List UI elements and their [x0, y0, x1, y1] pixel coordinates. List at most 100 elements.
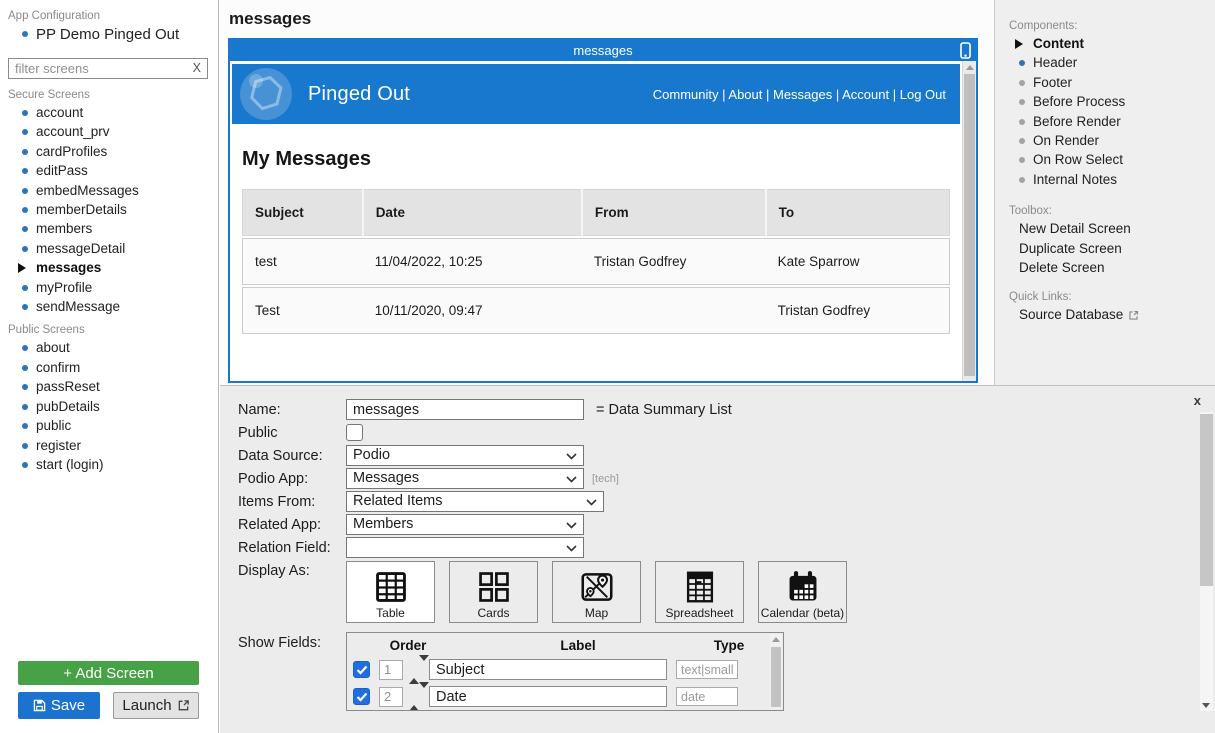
field-type-input[interactable] — [676, 660, 738, 679]
field-label-input[interactable] — [429, 686, 667, 707]
screen-item[interactable]: register — [36, 436, 218, 455]
screen-item[interactable]: passReset — [36, 377, 218, 396]
screen-item[interactable]: messageDetail — [36, 239, 218, 258]
components-label: Components: — [1009, 20, 1215, 32]
screen-item[interactable]: cardProfiles — [36, 142, 218, 161]
bullet-icon — [22, 207, 28, 213]
component-item-footer[interactable]: Footer — [1033, 73, 1215, 92]
screen-item[interactable]: memberDetails — [36, 200, 218, 219]
screen-item[interactable]: sendMessage — [36, 297, 218, 316]
component-item-internal-notes[interactable]: Internal Notes — [1033, 170, 1215, 189]
field-visible-checkbox[interactable] — [353, 661, 370, 678]
bullet-icon — [22, 443, 28, 449]
add-screen-button[interactable]: + Add Screen — [18, 661, 199, 685]
scroll-down-arrow-icon[interactable] — [1202, 703, 1210, 708]
display-option-calendar[interactable]: Calendar (beta) — [758, 561, 847, 623]
display-option-table[interactable]: Table — [346, 561, 435, 623]
screen-item[interactable]: public — [36, 416, 218, 435]
bullet-icon — [22, 285, 28, 291]
podio-app-select[interactable]: Messages — [346, 468, 584, 489]
field-row-date — [353, 683, 767, 710]
right-sidebar: Components: Content Header Footer Before… — [994, 0, 1215, 385]
show-fields-scrollbar-thumb[interactable] — [771, 647, 781, 707]
component-item-before-process[interactable]: Before Process — [1033, 92, 1215, 111]
data-source-select[interactable]: Podio — [346, 445, 584, 466]
chevron-down-icon — [586, 499, 597, 506]
toolbox-item-delete-screen[interactable]: Delete Screen — [1019, 258, 1215, 277]
toolbox-item-duplicate-screen[interactable]: Duplicate Screen — [1019, 239, 1215, 258]
preview-scrollbar — [962, 61, 976, 381]
field-label-input[interactable] — [429, 659, 667, 680]
screen-item[interactable]: account_prv — [36, 122, 218, 141]
preview-scrollbar-thumb[interactable] — [964, 74, 975, 376]
app-item[interactable]: PP Demo Pinged Out — [36, 24, 218, 45]
order-stepper[interactable] — [409, 688, 420, 706]
scroll-up-arrow-icon[interactable] — [772, 637, 780, 642]
screen-item[interactable]: members — [36, 219, 218, 238]
field-visible-checkbox[interactable] — [353, 688, 370, 705]
related-app-row: Related App: Members — [238, 514, 1215, 535]
screen-item[interactable]: pubDetails — [36, 397, 218, 416]
quick-link-source-database[interactable]: Source Database — [1019, 305, 1215, 324]
nav-link-messages[interactable]: Messages — [773, 87, 832, 102]
display-option-spreadsheet[interactable]: Spreadsheet — [655, 561, 744, 623]
data-source-row: Data Source: Podio — [238, 445, 1215, 466]
items-from-select[interactable]: Related Items — [346, 491, 604, 512]
save-button[interactable]: Save — [18, 692, 100, 719]
toolbox-item-new-detail-screen[interactable]: New Detail Screen — [1019, 219, 1215, 238]
filter-screens-input[interactable] — [8, 58, 208, 79]
message-row[interactable]: Test 10/11/2020, 09:47 Tristan Godfrey — [243, 288, 950, 334]
nav-separator: | — [889, 87, 900, 102]
related-app-select[interactable]: Members — [346, 514, 584, 535]
bullet-icon — [22, 423, 28, 429]
podio-app-label: Podio App: — [238, 471, 346, 487]
panel-close-button[interactable]: x — [1194, 393, 1201, 408]
mobile-view-icon[interactable] — [960, 42, 971, 59]
message-row[interactable]: test 11/04/2022, 10:25 Tristan Godfrey K… — [243, 239, 950, 285]
bullet-icon — [1019, 60, 1025, 66]
field-order-input[interactable] — [379, 687, 403, 707]
relation-field-select[interactable] — [346, 537, 584, 558]
display-option-cards[interactable]: Cards — [449, 561, 538, 623]
order-stepper[interactable] — [409, 661, 420, 679]
nav-link-about[interactable]: About — [728, 87, 762, 102]
scroll-up-arrow-icon[interactable] — [966, 65, 974, 70]
public-label: Public — [238, 425, 346, 441]
screen-item[interactable]: editPass — [36, 161, 218, 180]
screen-item[interactable]: start (login) — [36, 455, 218, 474]
public-screens-list: about confirm passReset pubDetails publi… — [0, 338, 218, 474]
stepper-down-icon — [419, 682, 429, 705]
name-input[interactable] — [346, 399, 584, 420]
brand-name: Pinged Out — [308, 83, 410, 106]
nav-link-logout[interactable]: Log Out — [900, 87, 946, 102]
nav-link-account[interactable]: Account — [842, 87, 889, 102]
display-option-map[interactable]: Map — [552, 561, 641, 623]
screen-item[interactable]: confirm — [36, 358, 218, 377]
bullet-icon — [1019, 138, 1025, 144]
panel-scrollbar-thumb[interactable] — [1200, 414, 1213, 586]
launch-button[interactable]: Launch — [113, 692, 199, 719]
my-messages-heading: My Messages — [242, 148, 960, 171]
save-floppy-icon — [33, 699, 46, 712]
component-item-on-row-select[interactable]: On Row Select — [1033, 150, 1215, 169]
filter-clear-button[interactable]: X — [193, 61, 201, 75]
nav-link-community[interactable]: Community — [653, 87, 719, 102]
bullet-icon — [22, 110, 28, 116]
component-item-header[interactable]: Header — [1033, 53, 1215, 72]
component-item-content[interactable]: Content — [1033, 34, 1215, 53]
bullet-icon — [22, 345, 28, 351]
screen-item[interactable]: embedMessages — [36, 181, 218, 200]
cards-icon — [475, 568, 513, 606]
field-order-input[interactable] — [379, 660, 403, 680]
screen-item-messages-selected[interactable]: messages — [36, 258, 218, 277]
chevron-down-icon — [566, 453, 577, 460]
screen-item[interactable]: myProfile — [36, 278, 218, 297]
field-type-input[interactable] — [676, 687, 738, 706]
bullet-icon — [22, 31, 28, 37]
screen-item[interactable]: account — [36, 103, 218, 122]
component-item-on-render[interactable]: On Render — [1033, 131, 1215, 150]
pinged-out-logo-icon — [240, 68, 292, 120]
component-item-before-render[interactable]: Before Render — [1033, 112, 1215, 131]
screen-item[interactable]: about — [36, 338, 218, 357]
public-checkbox[interactable] — [346, 424, 363, 441]
